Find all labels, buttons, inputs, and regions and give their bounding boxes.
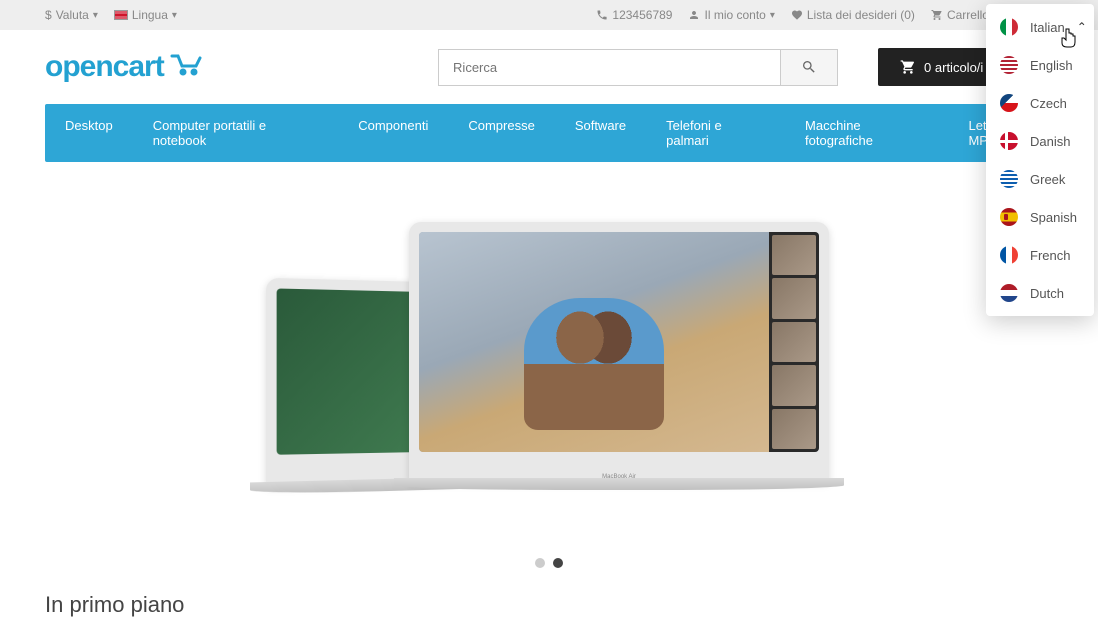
search-button[interactable] [780, 49, 838, 86]
nav-item-software[interactable]: Software [555, 104, 646, 162]
flag-en-icon [1000, 56, 1018, 74]
chevron-up-icon: ⌃ [1077, 20, 1087, 34]
nav-item-components[interactable]: Componenti [338, 104, 448, 162]
flag-fr-icon [1000, 246, 1018, 264]
carousel-dot-2[interactable] [553, 558, 563, 568]
featured-heading: In primo piano [45, 592, 1053, 618]
header: opencart 0 articolo/i - $ 0,00 [0, 30, 1098, 104]
lang-item-danish[interactable]: Danish [986, 122, 1094, 160]
heart-icon [791, 9, 803, 21]
language-dropdown: Italian ⌃ English Czech Danish Greek Spa… [986, 4, 1094, 316]
caret-down-icon: ▾ [172, 10, 177, 21]
account-label: Il mio conto [704, 8, 765, 22]
logo[interactable]: opencart [45, 50, 204, 84]
laptop-front: MacBook Air [409, 222, 829, 482]
currency-selector[interactable]: $ Valuta ▾ [45, 8, 98, 22]
nav-item-laptops[interactable]: Computer portatili e notebook [133, 104, 339, 162]
flag-it-icon [1000, 18, 1018, 36]
lang-label: Spanish [1030, 210, 1077, 225]
nav-item-phones[interactable]: Telefoni e palmari [646, 104, 785, 162]
currency-label: Valuta [56, 8, 89, 22]
nav-item-cameras[interactable]: Macchine fotografiche [785, 104, 948, 162]
thumbnail-strip [769, 232, 819, 452]
wishlist-label: Lista dei desideri (0) [807, 8, 915, 22]
lang-item-dutch[interactable]: Dutch [986, 274, 1094, 312]
phone-link[interactable]: 123456789 [596, 8, 672, 22]
search-icon [801, 59, 817, 75]
language-selector[interactable]: Lingua ▾ [114, 8, 177, 22]
thumbnail [772, 235, 816, 275]
thumbnail [772, 409, 816, 449]
flag-gr-icon [1000, 170, 1018, 188]
photo-couple [524, 298, 664, 430]
caret-down-icon: ▾ [770, 10, 775, 21]
lang-label: Greek [1030, 172, 1065, 187]
thumbnail [772, 278, 816, 318]
wishlist-link[interactable]: Lista dei desideri (0) [791, 8, 915, 22]
lang-label: Dutch [1030, 286, 1064, 301]
lang-item-spanish[interactable]: Spanish [986, 198, 1094, 236]
photo-area [419, 232, 769, 452]
phone-icon [596, 9, 608, 21]
logo-cart-icon [170, 50, 204, 84]
lang-label: French [1030, 248, 1070, 263]
topbar-left: $ Valuta ▾ Lingua ▾ [45, 8, 177, 22]
thumbnail [772, 365, 816, 405]
laptop-front-screen [419, 232, 819, 452]
lang-item-english[interactable]: English [986, 46, 1094, 84]
cart-icon [900, 59, 916, 75]
lang-item-czech[interactable]: Czech [986, 84, 1094, 122]
lang-label: Czech [1030, 96, 1067, 111]
phone-number: 123456789 [612, 8, 672, 22]
user-icon [688, 9, 700, 21]
carousel-dot-1[interactable] [535, 558, 545, 568]
carousel-dots [0, 542, 1098, 584]
search-form [438, 49, 838, 86]
flag-cz-icon [1000, 94, 1018, 112]
lang-label: Italian [1030, 20, 1065, 35]
lang-item-greek[interactable]: Greek [986, 160, 1094, 198]
search-input[interactable] [438, 49, 780, 86]
caret-down-icon: ▾ [93, 10, 98, 21]
lang-item-italian[interactable]: Italian ⌃ [986, 8, 1094, 46]
account-link[interactable]: Il mio conto ▾ [688, 8, 774, 22]
hero-image: MacBook Air [249, 202, 849, 522]
flag-nl-icon [1000, 284, 1018, 302]
main-nav: Desktop Computer portatili e notebook Co… [45, 104, 1053, 162]
lang-label: English [1030, 58, 1073, 73]
lang-item-french[interactable]: French [986, 236, 1094, 274]
flag-gb-icon [114, 10, 128, 20]
flag-es-icon [1000, 208, 1018, 226]
nav-item-tablets[interactable]: Compresse [448, 104, 554, 162]
flag-dk-icon [1000, 132, 1018, 150]
thumbnail [772, 322, 816, 362]
cart-icon [931, 9, 943, 21]
top-bar: $ Valuta ▾ Lingua ▾ 123456789 Il mio con… [0, 0, 1098, 30]
dollar-icon: $ [45, 8, 52, 22]
nav-item-desktop[interactable]: Desktop [45, 104, 133, 162]
logo-text: opencart [45, 50, 164, 84]
language-label: Lingua [132, 8, 168, 22]
topbar-right: 123456789 Il mio conto ▾ Lista dei desid… [596, 8, 1053, 22]
hero-banner: MacBook Air [45, 182, 1053, 542]
lang-label: Danish [1030, 134, 1070, 149]
laptop-base [394, 478, 844, 490]
nav-list: Desktop Computer portatili e notebook Co… [45, 104, 1053, 162]
